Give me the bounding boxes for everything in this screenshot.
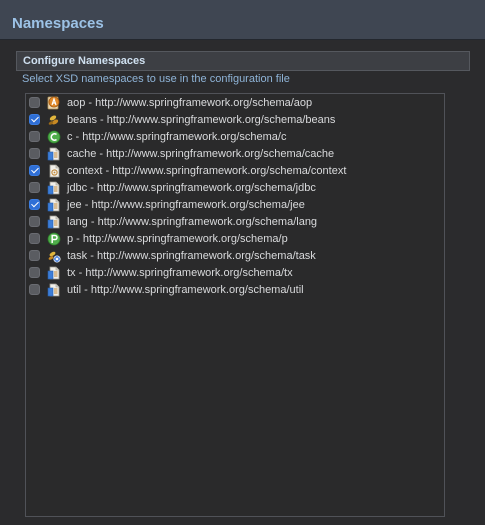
- namespace-row-util[interactable]: util - http://www.springframework.org/sc…: [26, 282, 444, 299]
- context-document-icon: [47, 164, 61, 178]
- namespace-checkbox-lang[interactable]: [29, 216, 40, 227]
- task-icon: [47, 249, 61, 263]
- namespace-checkbox-c[interactable]: [29, 131, 40, 142]
- document-icon: [47, 283, 61, 297]
- namespace-checkbox-jdbc[interactable]: [29, 182, 40, 193]
- namespace-row-c[interactable]: c - http://www.springframework.org/schem…: [26, 129, 444, 146]
- namespace-label: beans - http://www.springframework.org/s…: [67, 114, 336, 126]
- namespace-checkbox-task[interactable]: [29, 250, 40, 261]
- namespace-checkbox-jee[interactable]: [29, 199, 40, 210]
- beans-icon: [47, 113, 61, 127]
- section-title: Configure Namespaces: [23, 55, 146, 67]
- document-icon: [47, 215, 61, 229]
- namespace-label: cache - http://www.springframework.org/s…: [67, 148, 335, 160]
- namespace-list[interactable]: aop - http://www.springframework.org/sch…: [25, 93, 445, 517]
- page-header: Namespaces: [0, 0, 485, 40]
- section-description: Select XSD namespaces to use in the conf…: [22, 73, 290, 85]
- document-icon: [47, 147, 61, 161]
- namespace-label: lang - http://www.springframework.org/sc…: [67, 216, 318, 228]
- namespace-row-cache[interactable]: cache - http://www.springframework.org/s…: [26, 146, 444, 163]
- page-title: Namespaces: [12, 15, 104, 32]
- namespace-row-lang[interactable]: lang - http://www.springframework.org/sc…: [26, 214, 444, 231]
- namespace-checkbox-p[interactable]: [29, 233, 40, 244]
- namespace-label: tx - http://www.springframework.org/sche…: [67, 267, 293, 279]
- namespace-row-beans[interactable]: beans - http://www.springframework.org/s…: [26, 112, 444, 129]
- namespace-row-task[interactable]: task - http://www.springframework.org/sc…: [26, 248, 444, 265]
- document-icon: [47, 181, 61, 195]
- configure-namespaces-section: Configure Namespaces Select XSD namespac…: [16, 51, 470, 524]
- aspect-icon: [47, 96, 61, 110]
- namespace-checkbox-tx[interactable]: [29, 267, 40, 278]
- p-namespace-icon: [47, 232, 61, 246]
- namespace-checkbox-util[interactable]: [29, 284, 40, 295]
- namespace-label: task - http://www.springframework.org/sc…: [67, 250, 316, 262]
- namespace-label: util - http://www.springframework.org/sc…: [67, 284, 304, 296]
- document-icon: [47, 266, 61, 280]
- namespace-row-tx[interactable]: tx - http://www.springframework.org/sche…: [26, 265, 444, 282]
- namespace-checkbox-aop[interactable]: [29, 97, 40, 108]
- namespace-checkbox-beans[interactable]: [29, 114, 40, 125]
- namespace-row-aop[interactable]: aop - http://www.springframework.org/sch…: [26, 95, 444, 112]
- namespace-label: aop - http://www.springframework.org/sch…: [67, 97, 313, 109]
- namespace-label: jdbc - http://www.springframework.org/sc…: [67, 182, 316, 194]
- namespace-label: p - http://www.springframework.org/schem…: [67, 233, 288, 245]
- c-namespace-icon: [47, 130, 61, 144]
- section-header: Configure Namespaces: [16, 51, 470, 71]
- namespace-checkbox-context[interactable]: [29, 165, 40, 176]
- namespace-row-context[interactable]: context - http://www.springframework.org…: [26, 163, 444, 180]
- namespace-label: c - http://www.springframework.org/schem…: [67, 131, 287, 143]
- namespace-row-jee[interactable]: jee - http://www.springframework.org/sch…: [26, 197, 444, 214]
- namespace-row-jdbc[interactable]: jdbc - http://www.springframework.org/sc…: [26, 180, 444, 197]
- document-icon: [47, 198, 61, 212]
- namespaces-editor-page: Namespaces Configure Namespaces Select X…: [0, 0, 485, 525]
- namespace-checkbox-cache[interactable]: [29, 148, 40, 159]
- namespace-row-p[interactable]: p - http://www.springframework.org/schem…: [26, 231, 444, 248]
- namespace-label: jee - http://www.springframework.org/sch…: [67, 199, 305, 211]
- namespace-label: context - http://www.springframework.org…: [67, 165, 347, 177]
